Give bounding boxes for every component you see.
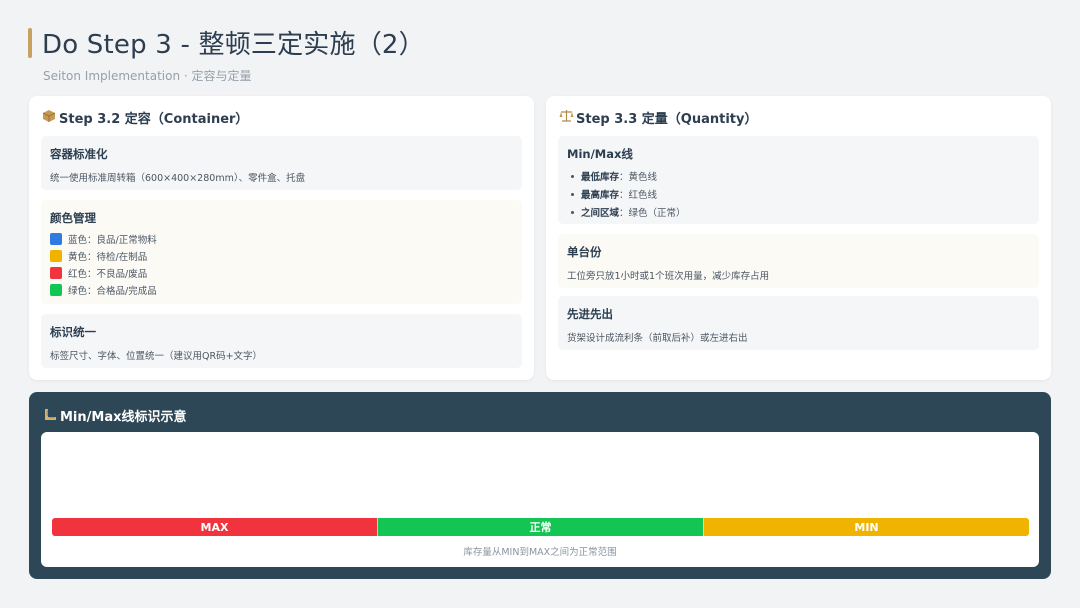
color-item: 红色：不良品/废品 <box>50 264 513 281</box>
minmax-item: 最高库存 ：红色线 <box>567 185 1030 203</box>
minmax-demo-canvas: MAX 正常 MIN 库存量从MIN到MAX之间为正常范围 <box>41 432 1039 567</box>
minmax-item-value: ：红色线 <box>619 190 658 201</box>
minmax-segment: 正常 <box>377 518 703 536</box>
container-card-header: Step 3.2 定容（Container） <box>41 108 248 127</box>
color-item-label: 蓝色：良品/正常物料 <box>68 234 157 246</box>
minmax-title: Min/Max线 <box>567 147 633 161</box>
color-management-box: 颜色管理 蓝色：良品/正常物料 黄色：待检/在制品 红色：不良品/废品 绿色：合格品/… <box>41 200 522 304</box>
color-swatch <box>50 232 62 245</box>
minmax-item-value: ：绿色（正常） <box>619 208 686 219</box>
box-icon <box>41 109 57 127</box>
minmax-caption: 库存量从MIN到MAX之间为正常范围 <box>463 547 617 558</box>
fifo-title: 先进先出 <box>567 307 613 321</box>
minmax-bar: MAX 正常 MIN <box>52 518 1029 536</box>
labeling-box: 标识统一 标签尺寸、字体、位置统一（建议用QR码+文字） <box>41 314 522 368</box>
slide: Do Step 3 - 整顿三定实施（2） Seiton Implementat… <box>0 0 1080 608</box>
single-unit-title: 单台份 <box>567 245 602 259</box>
container-card: Step 3.2 定容（Container） 容器标准化 统一使用标准周转箱（6… <box>29 96 534 380</box>
standardize-box: 容器标准化 统一使用标准周转箱（600×400×280mm）、零件盒、托盘 <box>41 136 522 190</box>
minmax-demo-panel: Min/Max线标识示意 MAX 正常 MIN 库存量从MIN到MAX之间为正常范围 <box>29 392 1051 579</box>
minmax-demo-header: Min/Max线标识示意 <box>42 406 187 425</box>
quantity-card-header: Step 3.3 定量（Quantity） <box>558 108 757 127</box>
standardize-text: 统一使用标准周转箱（600×400×280mm）、零件盒、托盘 <box>50 173 306 184</box>
minmax-item: 之间区域 ：绿色（正常） <box>567 203 1030 221</box>
labeling-text: 标签尺寸、字体、位置统一（建议用QR码+文字） <box>50 351 263 362</box>
title-accent-bar <box>28 27 32 58</box>
container-card-title: Step 3.2 定容（Container） <box>59 112 249 127</box>
ruler-icon <box>42 408 58 424</box>
quantity-card-title: Step 3.3 定量（Quantity） <box>576 112 758 127</box>
bullet-dot <box>571 174 574 178</box>
color-list: 蓝色：良品/正常物料 黄色：待检/在制品 红色：不良品/废品 绿色：合格品/完成品 <box>50 230 513 298</box>
minmax-item: 最低库存 ：黄色线 <box>567 167 1030 185</box>
balance-scale-icon <box>558 109 574 127</box>
color-swatch <box>50 266 62 279</box>
minmax-demo-title: Min/Max线标识示意 <box>60 410 187 425</box>
labeling-title: 标识统一 <box>50 325 96 339</box>
minmax-list: 最低库存 ：黄色线 最高库存 ：红色线 之间区域 ：绿色（正常） <box>567 167 1030 221</box>
page-title: Do Step 3 - 整顿三定实施（2） <box>42 30 425 60</box>
page-subtitle: Seiton Implementation · 定容与定量 <box>43 69 252 83</box>
title-bar: Do Step 3 - 整顿三定实施（2） <box>28 24 425 61</box>
color-swatch <box>50 283 62 296</box>
minmax-item-value: ：黄色线 <box>619 172 658 183</box>
color-item: 蓝色：良品/正常物料 <box>50 230 513 247</box>
color-management-title: 颜色管理 <box>50 211 96 225</box>
minmax-segment: MAX <box>52 518 377 536</box>
minmax-item-key: 之间区域 <box>581 208 620 219</box>
minmax-box: Min/Max线 最低库存 ：黄色线 最高库存 ：红色线 之间区域 ：绿色（正常） <box>558 136 1039 224</box>
quantity-card: Step 3.3 定量（Quantity） Min/Max线 最低库存 ：黄色线最… <box>546 96 1051 380</box>
minmax-segment: MIN <box>703 518 1029 536</box>
color-item: 黄色：待检/在制品 <box>50 247 513 264</box>
bullet-dot <box>571 192 574 196</box>
color-item-label: 绿色：合格品/完成品 <box>68 285 157 297</box>
fifo-text: 货架设计成流利条（前取后补）或左进右出 <box>567 333 748 344</box>
bullet-dot <box>571 210 574 214</box>
single-unit-text: 工位旁只放1小时或1个班次用量，减少库存占用 <box>567 271 770 282</box>
color-swatch <box>50 249 62 262</box>
fifo-box: 先进先出 货架设计成流利条（前取后补）或左进右出 <box>558 296 1039 350</box>
single-unit-box: 单台份 工位旁只放1小时或1个班次用量，减少库存占用 <box>558 234 1039 288</box>
color-item-label: 黄色：待检/在制品 <box>68 251 148 263</box>
color-item: 绿色：合格品/完成品 <box>50 281 513 298</box>
standardize-title: 容器标准化 <box>50 147 108 161</box>
color-item-label: 红色：不良品/废品 <box>68 268 148 280</box>
minmax-item-key: 最高库存 <box>581 190 620 201</box>
minmax-item-key: 最低库存 <box>581 172 620 183</box>
